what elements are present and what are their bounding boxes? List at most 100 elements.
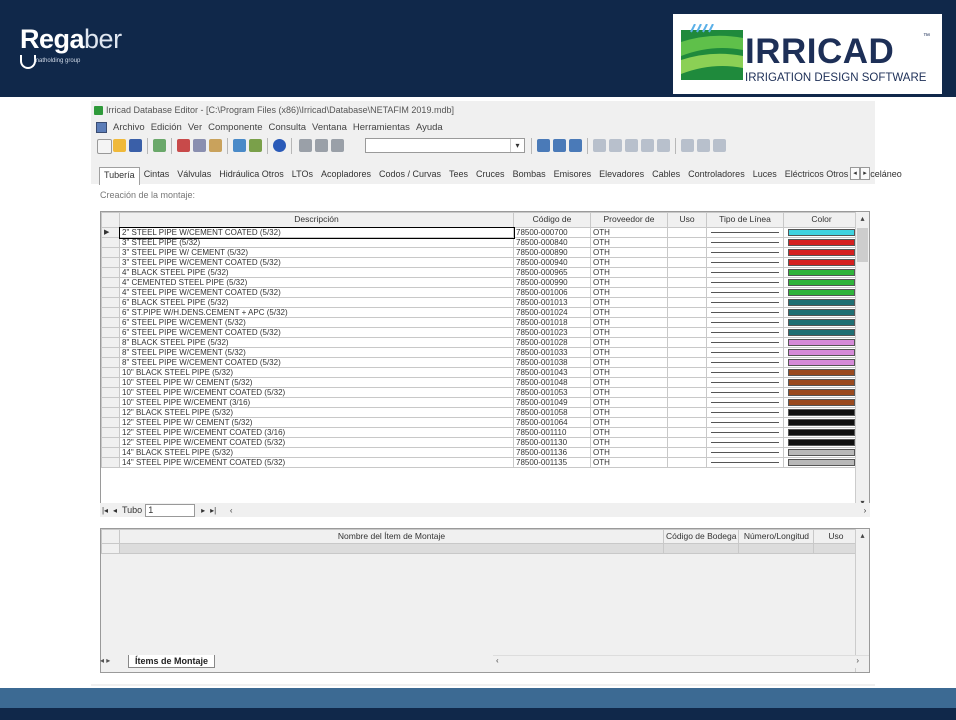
cell-line-type[interactable] [706, 317, 784, 328]
menu-item-ayuda[interactable]: Ayuda [416, 122, 443, 133]
cell-description[interactable]: 6" ST.PIPE W/H.DENS.CEMENT + APC (5/32) [119, 307, 514, 318]
cell-description[interactable]: 4" CEMENTED STEEL PIPE (5/32) [119, 277, 514, 288]
cell-use[interactable] [667, 307, 707, 318]
cell-color[interactable] [783, 247, 860, 258]
row-selector[interactable] [101, 277, 120, 288]
cell-description[interactable]: 6" STEEL PIPE W/CEMENT COATED (5/32) [119, 327, 514, 338]
row-selector[interactable] [101, 457, 120, 468]
cell-description[interactable]: 6" BLACK STEEL PIPE (5/32) [119, 297, 514, 308]
cell-use[interactable] [667, 347, 707, 358]
table-row[interactable]: 8" STEEL PIPE W/CEMENT (5/32) 78500-00103… [101, 347, 860, 358]
menu-item-ventana[interactable]: Ventana [312, 122, 347, 133]
cell-code[interactable]: 78500-001058 [513, 407, 591, 418]
cell-code[interactable]: 78500-001028 [513, 337, 591, 348]
cell-supplier[interactable]: OTH [590, 447, 668, 458]
cell-code[interactable]: 78500-001043 [513, 367, 591, 378]
tab-7[interactable]: Tees [445, 167, 472, 183]
scroll-left-icon[interactable]: ‹ [226, 506, 236, 515]
tab-6[interactable]: Codos / Curvas [375, 167, 445, 183]
table-row[interactable]: 12" BLACK STEEL PIPE (5/32) 78500-001058 O… [101, 407, 860, 418]
cell-color[interactable] [783, 437, 860, 448]
chevron-down-icon[interactable]: ▾ [510, 139, 524, 152]
cell-color[interactable] [783, 287, 860, 298]
col-header-use[interactable]: Uso [667, 212, 707, 228]
cell-code[interactable]: 78500-000940 [513, 257, 591, 268]
row-selector[interactable] [101, 397, 120, 408]
cell-color[interactable] [783, 387, 860, 398]
report-c-icon[interactable] [713, 139, 726, 152]
save-icon[interactable] [129, 139, 142, 152]
menu-item-herramientas[interactable]: Herramientas [353, 122, 410, 133]
cell-code[interactable]: 78500-001018 [513, 317, 591, 328]
cell-supplier[interactable]: OTH [590, 257, 668, 268]
cell-description[interactable]: 12" BLACK STEEL PIPE (5/32) [119, 407, 514, 418]
document-icon[interactable] [96, 122, 107, 133]
grid-vertical-scrollbar[interactable]: ▴ ▾ [855, 212, 869, 510]
tab-10[interactable]: Emisores [550, 167, 596, 183]
row-selector[interactable] [101, 267, 120, 278]
cell-line-type[interactable] [706, 437, 784, 448]
cell-code[interactable]: 78500-001135 [513, 457, 591, 468]
table-row[interactable]: 10" STEEL PIPE W/CEMENT (3/16) 78500-0010… [101, 397, 860, 408]
table-row[interactable]: 4" STEEL PIPE W/CEMENT COATED (5/32) 7850… [101, 287, 860, 298]
cell-supplier[interactable]: OTH [590, 347, 668, 358]
cell-description[interactable]: 6" STEEL PIPE W/CEMENT (5/32) [119, 317, 514, 328]
cell-color[interactable] [783, 307, 860, 318]
cell-code[interactable]: 78500-000840 [513, 237, 591, 248]
cell-line-type[interactable] [706, 417, 784, 428]
cell-description[interactable]: 10" BLACK STEEL PIPE (5/32) [119, 367, 514, 378]
table-row[interactable]: 14" STEEL PIPE W/CEMENT COATED (5/32) 785… [101, 457, 860, 468]
cell-supplier[interactable]: OTH [590, 307, 668, 318]
cell-use[interactable] [667, 277, 707, 288]
menu-item-componente[interactable]: Componente [208, 122, 262, 133]
cell-color[interactable] [783, 397, 860, 408]
cell-use[interactable] [667, 287, 707, 298]
cell-use[interactable] [667, 227, 707, 238]
cell-supplier[interactable]: OTH [590, 267, 668, 278]
component-a-icon[interactable] [593, 139, 606, 152]
cell-use[interactable] [667, 327, 707, 338]
cell-use[interactable] [667, 257, 707, 268]
table-row[interactable]: 3" STEEL PIPE W/CEMENT COATED (5/32) 7850… [101, 257, 860, 268]
query-a-icon[interactable] [537, 139, 550, 152]
cell-line-type[interactable] [706, 237, 784, 248]
cell-use[interactable] [667, 437, 707, 448]
table-row[interactable]: 12" STEEL PIPE W/CEMENT COATED (5/32) 785… [101, 437, 860, 448]
cell-supplier[interactable]: OTH [590, 417, 668, 428]
report-a-icon[interactable] [681, 139, 694, 152]
print-icon[interactable] [153, 139, 166, 152]
tab-12[interactable]: Cables [648, 167, 684, 183]
cell-description[interactable]: 3" STEEL PIPE W/ CEMENT (5/32) [119, 247, 514, 258]
row-selector[interactable] [101, 427, 120, 438]
cell-line-type[interactable] [706, 277, 784, 288]
cell-color[interactable] [783, 327, 860, 338]
cell-supplier[interactable]: OTH [590, 367, 668, 378]
cell-color[interactable] [783, 347, 860, 358]
tab-scroll-right-icon[interactable]: ▸ [860, 167, 870, 180]
new-icon[interactable] [97, 139, 112, 154]
cell-code[interactable]: 78500-000990 [513, 277, 591, 288]
cell-use[interactable] [667, 427, 707, 438]
cell-color[interactable] [783, 227, 860, 238]
cell-color[interactable] [783, 257, 860, 268]
last-record-icon[interactable]: ▸| [208, 506, 218, 515]
cell-description[interactable]: 3" STEEL PIPE W/CEMENT COATED (5/32) [119, 257, 514, 268]
cell-description[interactable]: 4" STEEL PIPE W/CEMENT COATED (5/32) [119, 287, 514, 298]
row-selector[interactable] [101, 347, 120, 358]
row-selector[interactable] [101, 417, 120, 428]
cell-use[interactable] [667, 417, 707, 428]
cell-line-type[interactable] [706, 337, 784, 348]
row-selector[interactable] [101, 317, 120, 328]
row-selector[interactable] [101, 367, 120, 378]
cell-use[interactable] [667, 337, 707, 348]
scroll-up-icon[interactable]: ▴ [856, 212, 869, 226]
cell-supplier[interactable]: OTH [590, 297, 668, 308]
menu-item-archivo[interactable]: Archivo [113, 122, 145, 133]
cut-icon[interactable] [177, 139, 190, 152]
tab-1[interactable]: Cintas [140, 167, 174, 183]
tab-13[interactable]: Controladores [684, 167, 749, 183]
scroll-right-icon[interactable]: › [860, 506, 870, 515]
cell-line-type[interactable] [706, 227, 784, 238]
cell-color[interactable] [783, 447, 860, 458]
cell-use[interactable] [667, 397, 707, 408]
